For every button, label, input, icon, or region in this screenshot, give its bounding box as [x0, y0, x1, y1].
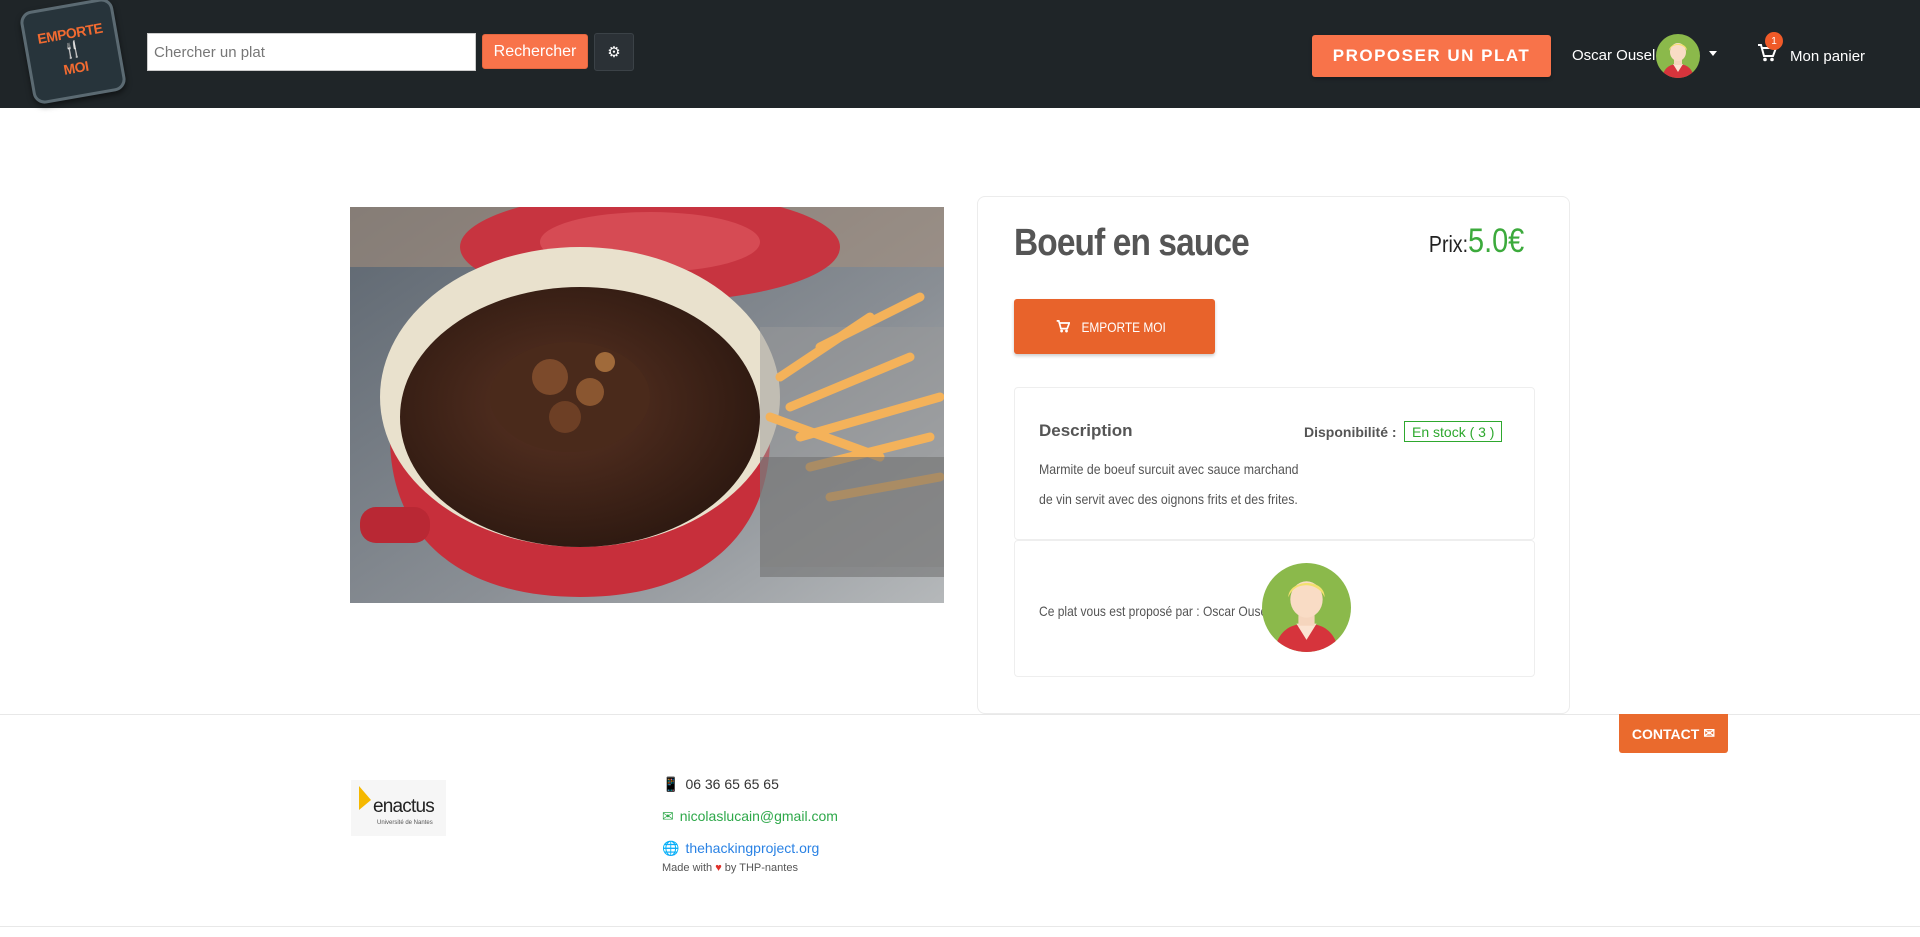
add-to-cart-label: EMPORTE MOI: [1081, 318, 1166, 335]
website-row[interactable]: 🌐 thehackingproject.org: [662, 832, 838, 864]
phone-number: 06 36 65 65 65: [685, 776, 779, 792]
description-title: Description: [1039, 421, 1133, 440]
navbar: EMPORTE 🍴 MOI Rechercher ⚙ PROPOSER UN P…: [0, 0, 1920, 108]
search-button[interactable]: Rechercher: [482, 34, 588, 69]
phone-icon: 📱: [662, 775, 680, 792]
cart-icon: [1056, 320, 1070, 333]
user-avatar[interactable]: [1656, 34, 1700, 78]
add-to-cart-button[interactable]: EMPORTE MOI: [1014, 299, 1215, 354]
contact-button[interactable]: CONTACT ✉: [1619, 714, 1728, 753]
dish-title: Boeuf en sauce: [1014, 222, 1250, 264]
envelope-icon: ✉: [662, 807, 674, 824]
phone-row: 📱 06 36 65 65 65: [662, 768, 838, 800]
made-with: Made with ♥ by THP-nantes: [662, 862, 798, 874]
seller-avatar[interactable]: [1262, 563, 1351, 652]
cart-link[interactable]: Mon panier: [1790, 48, 1865, 65]
price-value: 5.0€: [1467, 222, 1525, 260]
seller-panel: Ce plat vous est proposé par : Oscar Ous…: [1014, 540, 1535, 677]
search-input[interactable]: [147, 33, 476, 71]
logo-text-bottom: MOI: [62, 57, 90, 78]
seller-text: Ce plat vous est proposé par : Oscar Ous…: [1039, 603, 1270, 619]
made-with-prefix: Made with: [662, 862, 713, 874]
enactus-wordmark: enactus: [373, 796, 434, 817]
site-logo[interactable]: EMPORTE 🍴 MOI: [18, 0, 128, 106]
stock-badge: En stock ( 3 ): [1404, 421, 1503, 442]
email-link[interactable]: nicolaslucain@gmail.com: [680, 808, 838, 824]
propose-dish-button[interactable]: PROPOSER UN PLAT: [1312, 35, 1551, 77]
description-panel: Description Disponibilité : En stock ( 3…: [1014, 387, 1535, 540]
envelope-icon: ✉: [1703, 725, 1716, 741]
price-label: Prix:: [1428, 231, 1468, 257]
description-text: Marmite de boeuf surcuit avec sauce marc…: [1039, 461, 1299, 507]
enactus-logo[interactable]: enactus Université de Nantes: [351, 780, 446, 836]
user-menu-name[interactable]: Oscar Ousel: [1572, 47, 1655, 64]
bottom-divider: [0, 926, 1920, 927]
made-with-suffix: by THP-nantes: [724, 862, 798, 874]
chevron-down-icon[interactable]: [1709, 51, 1717, 56]
contact-label: CONTACT: [1631, 725, 1700, 742]
enactus-subtitle: Université de Nantes: [377, 820, 433, 826]
dish-photo: [350, 207, 944, 603]
cart-count-badge: 1: [1765, 32, 1783, 50]
product-card: Boeuf en sauce Prix: 5.0€ EMPORTE MOI De…: [977, 196, 1570, 714]
price: Prix: 5.0€: [1422, 222, 1534, 261]
contact-info: 📱 06 36 65 65 65 ✉ nicolaslucain@gmail.c…: [662, 768, 838, 864]
website-link[interactable]: thehackingproject.org: [685, 840, 819, 856]
availability-label: Disponibilité :: [1304, 424, 1397, 440]
heart-icon: ♥: [715, 862, 722, 874]
email-row[interactable]: ✉ nicolaslucain@gmail.com: [662, 800, 838, 832]
gear-icon: ⚙: [607, 44, 621, 61]
settings-button[interactable]: ⚙: [594, 33, 634, 71]
globe-icon: 🌐: [662, 839, 680, 856]
